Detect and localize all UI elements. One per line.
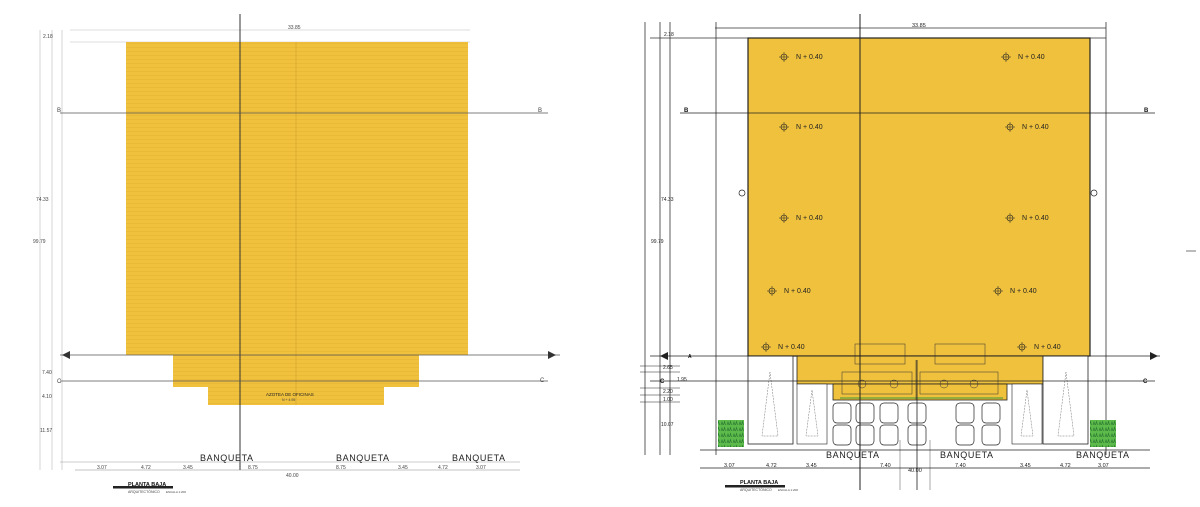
- left-subtitle: ARQUITECTÓNICO: [128, 489, 160, 494]
- left-dim-99: 99.79: [33, 239, 46, 245]
- left-dim-74: 74.33: [36, 197, 49, 203]
- left-scale: ESCALA 1:200: [166, 490, 186, 494]
- right-dim-lower-3: 2.20: [663, 389, 673, 395]
- right-title: PLANTA BAJA: [740, 480, 778, 486]
- right-level-7: N + 0.40: [784, 288, 811, 295]
- left-bottom-dim-4: 8.75: [248, 465, 258, 471]
- left-dim-410: 4.10: [42, 394, 52, 400]
- right-floor-plan: B B C C A 33.85 2.18 74.33 99.79 2.65 1.…: [640, 14, 1160, 492]
- right-section-a-label: A: [688, 354, 692, 360]
- left-section-a-arrow-start: [62, 351, 70, 359]
- left-dim-740: 7.40: [42, 370, 52, 376]
- left-section-a-arrow-end: [548, 351, 556, 359]
- right-level-3: N + 0.40: [796, 124, 823, 131]
- right-level-10: N + 0.40: [1034, 344, 1061, 351]
- right-parking: [832, 402, 1001, 446]
- right-dim-74: 74.33: [661, 197, 674, 203]
- right-bottom-dim-3: 3.45: [806, 463, 817, 469]
- right-section-c-start: C: [660, 379, 665, 385]
- right-subtitle: ARQUITECTÓNICO: [740, 487, 772, 492]
- right-level-4: N + 0.40: [1022, 124, 1049, 131]
- right-dim-lower-2: 1.95: [677, 377, 687, 383]
- left-bottom-dim-2: 4.72: [141, 465, 151, 471]
- right-dim-99: 99.79: [651, 239, 664, 245]
- left-total-dim: 40.00: [286, 473, 299, 479]
- right-top-small-dim: 2.18: [664, 32, 674, 38]
- left-bottom-dim-8: 3.07: [476, 465, 486, 471]
- right-level-5: N + 0.40: [796, 215, 823, 222]
- left-top-dim: 33.85: [288, 25, 301, 31]
- left-sidewalk-1: BANQUETA: [200, 453, 254, 463]
- left-roof-label: AZOTEA DE OFICINAS: [266, 392, 314, 397]
- right-ramp-left: [747, 355, 794, 445]
- left-floor-plan: B B C C 33.85 2.18 74.33 99.79 7.40 4.10…: [33, 14, 560, 494]
- right-top-dim: 33.85: [912, 23, 926, 29]
- right-garden-left: [718, 420, 744, 447]
- left-section-b-start: B: [57, 108, 61, 114]
- left-roof-level: N + 4.95: [282, 398, 295, 402]
- right-bottom-dim-2: 4.72: [766, 463, 777, 469]
- left-section-b-end: B: [538, 108, 542, 114]
- right-bottom-dim-5: 40.00: [908, 468, 922, 474]
- right-dim-lower-5: 10.07: [661, 422, 674, 428]
- right-bottom-dim-9: 3.07: [1098, 463, 1109, 469]
- right-building-main: [747, 37, 1091, 357]
- left-section-c-start: C: [57, 379, 62, 385]
- right-sidewalk-3: BANQUETA: [1076, 450, 1130, 460]
- right-sidewalk-2: BANQUETA: [940, 450, 994, 460]
- right-dim-lower-1: 2.65: [663, 365, 673, 371]
- left-sidewalk-3: BANQUETA: [452, 453, 506, 463]
- right-section-b-start: B: [684, 108, 689, 114]
- right-bottom-dim-8: 4.72: [1060, 463, 1071, 469]
- right-garden-right: [1090, 420, 1116, 447]
- right-level-1: N + 0.40: [796, 54, 823, 61]
- left-top-small-dim: 2.18: [43, 34, 53, 40]
- right-level-6: N + 0.40: [1022, 215, 1049, 222]
- left-bottom-dim-1: 3.07: [97, 465, 107, 471]
- right-bottom-dim-7: 3.45: [1020, 463, 1031, 469]
- right-ramp-right: [1042, 355, 1089, 445]
- right-section-a-arrow-end: [1150, 352, 1158, 360]
- left-bottom-dim-6: 3.45: [398, 465, 408, 471]
- right-level-9: N + 0.40: [778, 344, 805, 351]
- right-section-b-end: B: [1144, 108, 1149, 114]
- right-section-c-end: C: [1143, 379, 1148, 385]
- left-bottom-dim-5: 8.75: [336, 465, 346, 471]
- left-dim-1157: 11.57: [40, 428, 52, 434]
- left-building-main: [126, 42, 468, 355]
- left-bottom-dim-7: 4.72: [438, 465, 448, 471]
- right-bottom-dim-6: 7.40: [955, 463, 966, 469]
- left-bottom-dim-3: 3.45: [183, 465, 193, 471]
- right-sidewalk-1: BANQUETA: [826, 450, 880, 460]
- right-bottom-dim-4: 7.40: [880, 463, 891, 469]
- left-sidewalk-2: BANQUETA: [336, 453, 390, 463]
- right-dim-lower-4: 1.00: [663, 397, 673, 403]
- drawing-canvas: B B C C 33.85 2.18 74.33 99.79 7.40 4.10…: [33, 14, 1196, 494]
- left-title: PLANTA BAJA: [128, 482, 166, 488]
- right-scale: ESCALA 1:200: [778, 488, 798, 492]
- right-level-8: N + 0.40: [1010, 288, 1037, 295]
- right-level-2: N + 0.40: [1018, 54, 1045, 61]
- right-bottom-dim-1: 3.07: [724, 463, 735, 469]
- right-section-a-arrow-start: [660, 352, 668, 360]
- left-section-c-end: C: [540, 378, 545, 384]
